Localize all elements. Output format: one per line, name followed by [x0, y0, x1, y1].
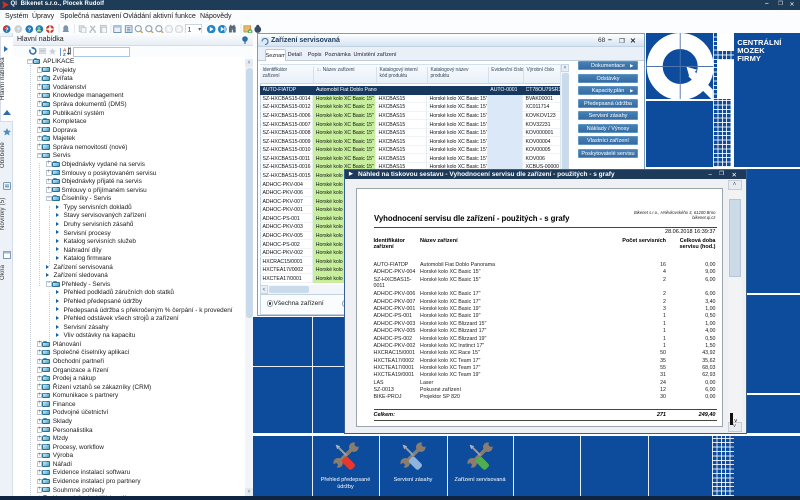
svg-text:Z: Z: [63, 52, 66, 56]
